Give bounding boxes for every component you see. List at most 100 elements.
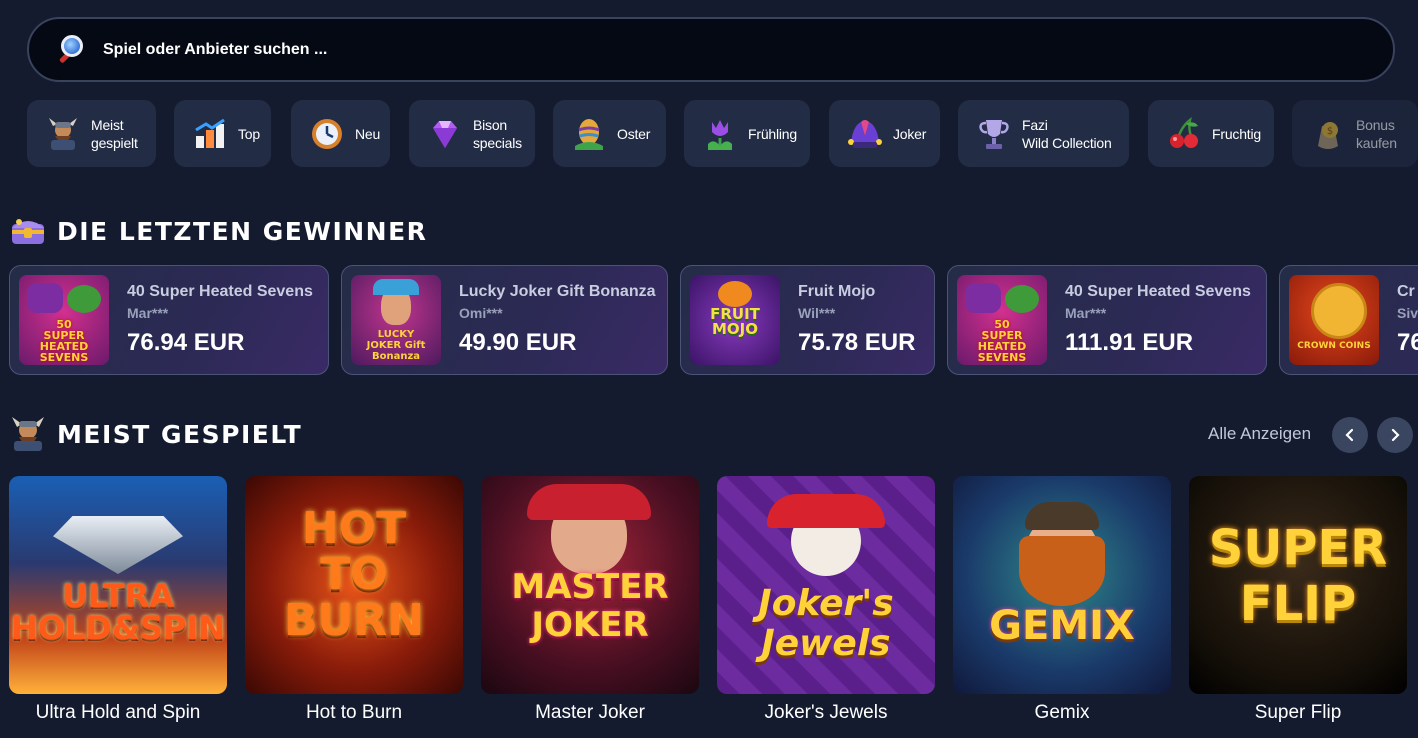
winner-card[interactable]: CROWN COINS Cr Siv 76 (1279, 265, 1418, 375)
category-label: Bonus kaufen (1356, 116, 1397, 151)
game-artwork[interactable]: Joker's Jewels (717, 476, 935, 694)
game-tile[interactable]: Joker's Jewels Joker's Jewels (717, 476, 935, 724)
category-label: Meist gespielt (91, 116, 138, 151)
category-label: Fazi Wild Collection (1022, 116, 1112, 151)
category-label: Joker (893, 125, 927, 142)
winner-card[interactable]: FRUIT MOJO Fruit Mojo Wil*** 75.78 EUR (680, 265, 935, 375)
winner-card[interactable]: 50 SUPER HEATED SEVENS 40 Super Heated S… (9, 265, 329, 375)
game-logo-text: Joker's Jewels (758, 583, 894, 664)
winner-game-name: 40 Super Heated Sevens (1065, 283, 1251, 300)
game-title: Master Joker (535, 702, 645, 723)
game-tile[interactable]: SUPER FLIP Super Flip (1189, 476, 1407, 724)
winners-section-title: Die letzten Gewinner (9, 212, 427, 250)
category-fruchtig[interactable]: Fruchtig (1148, 100, 1274, 167)
search-input[interactable] (103, 40, 1303, 59)
winner-user: Omi*** (459, 305, 503, 321)
viking-icon (12, 417, 44, 451)
winner-amount: 49.90 EUR (459, 329, 577, 356)
section-title-text: Meist gespielt (57, 419, 303, 449)
game-artwork[interactable]: GEMIX (953, 476, 1171, 694)
category-fruehling[interactable]: Frühling (684, 100, 810, 167)
game-artwork[interactable]: MASTER JOKER (481, 476, 699, 694)
winner-card[interactable]: LUCKY JOKER Gift Bonanza Lucky Joker Gif… (341, 265, 668, 375)
category-label: Top (238, 125, 260, 142)
game-title: Ultra Hold and Spin (35, 702, 201, 723)
category-meist-gespielt[interactable]: Meist gespielt (27, 100, 156, 167)
category-bonus-kaufen[interactable]: $ Bonus kaufen (1292, 100, 1418, 167)
clock-icon (309, 116, 345, 152)
jester-hat-icon (847, 116, 883, 152)
winner-amount: 76.94 EUR (127, 329, 245, 356)
category-neu[interactable]: Neu (291, 100, 390, 167)
game-logo-text: ULTRA HOLD&SPIN (10, 577, 226, 647)
cherry-icon (1166, 116, 1202, 152)
diamond-icon (427, 116, 463, 152)
winner-game-name: Lucky Joker Gift Bonanza (459, 283, 656, 300)
game-title: Gemix (1034, 702, 1090, 723)
winner-user: Wil*** (798, 305, 836, 321)
game-thumbnail: FRUIT MOJO (690, 275, 780, 365)
game-logo-text: MASTER JOKER (511, 567, 669, 645)
game-title: Joker's Jewels (764, 702, 888, 723)
category-bar: Meist gespielt Top Neu Bison specials Os… (27, 100, 1418, 167)
coin-bag-icon: $ (1310, 116, 1346, 152)
thumb-logo-text: CROWN COINS (1297, 341, 1371, 351)
winner-game-name: Fruit Mojo (798, 283, 876, 300)
category-label: Fruchtig (1212, 125, 1261, 142)
game-logo-text: GEMIX (989, 603, 1135, 649)
game-artwork[interactable]: HOT TO BURN (245, 476, 463, 694)
category-label: Bison specials (473, 116, 522, 151)
carousel-prev-button[interactable] (1332, 417, 1368, 453)
trophy-icon (976, 116, 1012, 152)
category-label: Neu (355, 125, 381, 142)
game-thumbnail: 50 SUPER HEATED SEVENS (957, 275, 1047, 365)
tulip-icon (702, 116, 738, 152)
winner-game-name: Cr (1397, 283, 1415, 300)
chart-blocks-icon (192, 116, 228, 152)
category-fazi-wild-collection[interactable]: Fazi Wild Collection (958, 100, 1129, 167)
thumb-logo-text: FRUIT MOJO (710, 305, 760, 338)
game-thumbnail: 50 SUPER HEATED SEVENS (19, 275, 109, 365)
game-logo-text: SUPER FLIP (1208, 520, 1388, 632)
winner-user: Mar*** (127, 305, 169, 321)
game-tile[interactable]: MASTER JOKER Master Joker (481, 476, 699, 724)
chevron-right-icon (1391, 428, 1400, 442)
winner-card[interactable]: 50 SUPER HEATED SEVENS 40 Super Heated S… (947, 265, 1267, 375)
svg-text:$: $ (1327, 126, 1333, 137)
winner-amount: 75.78 EUR (798, 329, 916, 356)
game-thumbnail: CROWN COINS (1289, 275, 1379, 365)
thumb-logo-text: 50 SUPER HEATED SEVENS (977, 318, 1027, 364)
easter-egg-icon (571, 116, 607, 152)
game-artwork[interactable]: ULTRA HOLD&SPIN (9, 476, 227, 694)
game-logo-text: HOT TO BURN (284, 503, 424, 646)
thumb-logo-text: LUCKY JOKER Gift Bonanza (366, 329, 426, 362)
winner-user: Siv (1397, 305, 1418, 321)
carousel-next-button[interactable] (1377, 417, 1413, 453)
show-all-link[interactable]: Alle Anzeigen (1208, 424, 1311, 444)
chevron-left-icon (1345, 428, 1354, 442)
winner-game-name: 40 Super Heated Sevens (127, 283, 313, 300)
category-joker[interactable]: Joker (829, 100, 940, 167)
category-bison-specials[interactable]: Bison specials (409, 100, 535, 167)
game-title: Hot to Burn (305, 702, 403, 723)
search-bar[interactable] (27, 17, 1395, 82)
game-tile[interactable]: HOT TO BURN Hot to Burn (245, 476, 463, 724)
winner-amount: 111.91 EUR (1065, 329, 1194, 356)
game-tile[interactable]: GEMIX Gemix (953, 476, 1171, 724)
section-title-text: Die letzten Gewinner (57, 216, 428, 246)
winners-carousel: 50 SUPER HEATED SEVENS 40 Super Heated S… (9, 265, 1418, 375)
most-played-section-title: Meist gespielt (9, 415, 302, 453)
magnifier-icon (57, 33, 91, 67)
category-oster[interactable]: Oster (553, 100, 666, 167)
category-top[interactable]: Top (174, 100, 271, 167)
game-title: Super Flip (1254, 702, 1342, 723)
game-thumbnail: LUCKY JOKER Gift Bonanza (351, 275, 441, 365)
viking-icon (45, 116, 81, 152)
thumb-logo-text: 50 SUPER HEATED SEVENS (39, 318, 89, 364)
game-tile[interactable]: ULTRA HOLD&SPIN Ultra Hold and Spin (9, 476, 227, 724)
treasure-chest-icon (12, 219, 44, 244)
category-label: Frühling (748, 125, 797, 142)
game-artwork[interactable]: SUPER FLIP (1189, 476, 1407, 694)
category-label: Oster (617, 125, 651, 142)
winner-user: Mar*** (1065, 305, 1107, 321)
